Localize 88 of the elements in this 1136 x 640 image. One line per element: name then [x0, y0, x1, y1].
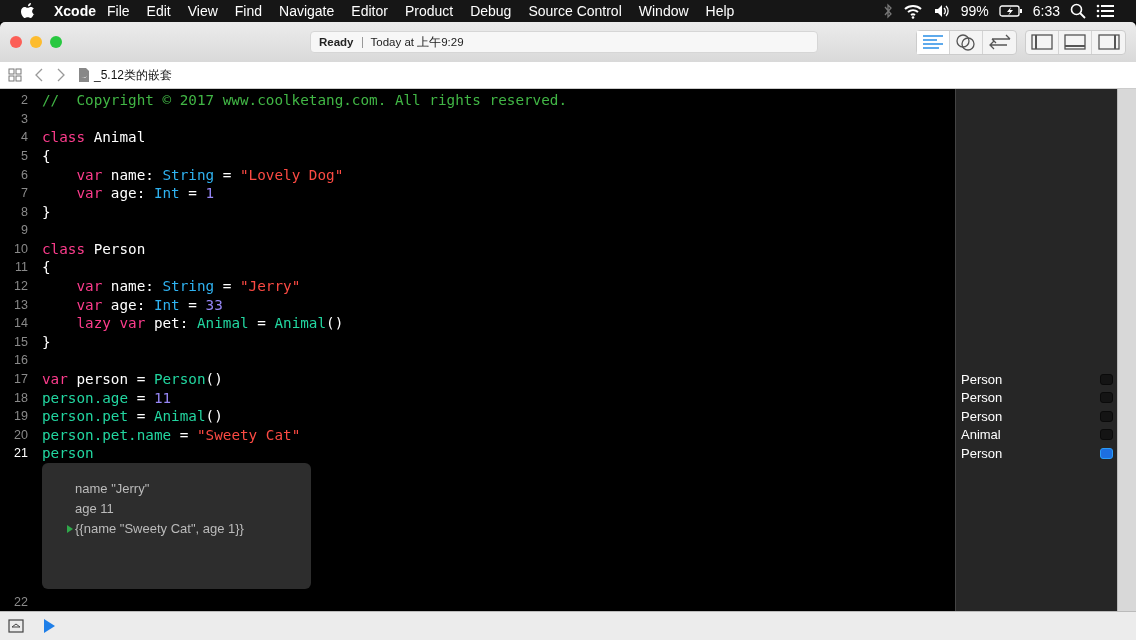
activity-time: Today at 上午9:29	[370, 34, 464, 50]
file-path-item[interactable]: _5.12类的嵌套	[94, 66, 173, 84]
code-line: var name: String = "Lovely Dog"	[76, 166, 344, 183]
line-number: 13	[13, 297, 28, 312]
result-toggle[interactable]	[1100, 392, 1113, 404]
line-number: 15	[13, 334, 28, 349]
scroll-bar[interactable]	[1117, 89, 1136, 611]
back-icon[interactable]	[34, 68, 44, 82]
menu-item[interactable]: Window	[638, 3, 689, 19]
result-toggle[interactable]	[1100, 373, 1113, 385]
result-value: Person	[961, 390, 1003, 406]
line-number: 16	[13, 353, 28, 368]
grid-icon[interactable]	[8, 68, 22, 82]
code-line: var age: Int = 1	[76, 185, 215, 202]
line-number: 4	[20, 130, 28, 145]
speaker-icon[interactable]	[932, 3, 951, 19]
code-line: class Animal	[42, 129, 146, 146]
line-number: 7	[20, 186, 28, 201]
apple-logo-icon[interactable]	[20, 2, 36, 20]
wifi-icon[interactable]	[902, 3, 923, 19]
code-line: class Person	[42, 240, 146, 257]
code-line: {	[42, 148, 51, 164]
result-value: Person	[961, 408, 1003, 424]
menu-item[interactable]: Edit	[146, 3, 171, 19]
debug-panel-icon[interactable]	[1064, 34, 1086, 50]
debug-area-icon[interactable]	[8, 619, 24, 633]
code-line: var age: Int = 33	[76, 296, 223, 313]
menu-item[interactable]: File	[107, 3, 130, 19]
result-toggle[interactable]	[1100, 448, 1113, 460]
line-number: 22	[13, 594, 28, 609]
run-icon[interactable]	[42, 618, 56, 634]
line-number: 8	[20, 204, 28, 219]
code-line: person.pet = Animal()	[42, 408, 223, 425]
search-icon[interactable]	[1070, 3, 1086, 19]
result-value: Animal	[961, 427, 1001, 443]
battery-percentage: 99%	[960, 3, 989, 19]
swift-file-icon	[78, 67, 90, 83]
menu-item[interactable]: Product	[404, 3, 454, 19]
result-toggle[interactable]	[1100, 410, 1113, 422]
code-line: lazy var pet: Animal = Animal()	[76, 315, 344, 332]
code-line: // Copyright © 2017 www.coolketang.com. All rights reserved.	[42, 92, 568, 109]
result-value: Person	[961, 371, 1003, 387]
menu-item[interactable]: Navigate	[279, 3, 335, 19]
code-line: }	[42, 333, 51, 350]
status-text: Ready	[319, 36, 354, 48]
menu-icon[interactable]	[1096, 4, 1114, 18]
line-number: 5	[20, 149, 28, 163]
line-number: 17	[13, 371, 28, 386]
line-number: 18	[13, 390, 28, 405]
result-field: {{name "Sweety Cat", age 1}}	[75, 521, 244, 537]
result-value: Person	[961, 446, 1003, 462]
line-number: 19	[13, 409, 28, 424]
result-toggle[interactable]	[1100, 429, 1113, 441]
result-field: name "Jerry"	[75, 481, 150, 497]
line-number: 9	[20, 223, 28, 238]
battery-charging-icon[interactable]	[998, 4, 1023, 18]
line-number: 20	[13, 427, 28, 442]
line-number: 10	[13, 241, 28, 256]
code-line: var person = Person()	[42, 370, 223, 387]
line-number: 3	[20, 111, 28, 126]
overlapping-circles-icon[interactable]	[955, 33, 977, 51]
code-line: }	[42, 203, 51, 220]
menu-item[interactable]: View	[187, 3, 218, 19]
inspector-panel-icon[interactable]	[1097, 34, 1120, 50]
line-number: 6	[20, 167, 28, 182]
navigator-panel-icon[interactable]	[1031, 34, 1053, 50]
menu-item[interactable]: Help	[705, 3, 735, 19]
menu-item[interactable]: Find	[234, 3, 263, 19]
line-number: 12	[13, 279, 28, 294]
line-number: 2	[20, 93, 28, 108]
menu-item[interactable]: Editor	[351, 3, 388, 19]
code-line: person	[42, 445, 94, 462]
line-number: 21	[13, 446, 28, 461]
code-line: person.age = 11	[42, 389, 172, 406]
menu-item[interactable]: Debug	[470, 3, 512, 19]
code-line: {	[42, 259, 51, 276]
line-number: 11	[14, 260, 28, 275]
result-field: age 11	[75, 501, 114, 517]
code-line: person.pet.name = "Sweety Cat"	[42, 426, 301, 443]
forward-icon[interactable]	[56, 68, 66, 82]
menu-item[interactable]: Source Control	[528, 3, 622, 19]
code-line: var name: String = "Jerry"	[76, 278, 301, 295]
line-number: 14	[13, 316, 28, 331]
disclosure-triangle-icon[interactable]	[66, 523, 74, 534]
menu-clock[interactable]: 6:33	[1032, 3, 1060, 19]
app-menu[interactable]: Xcode	[54, 3, 96, 19]
bluetooth-icon[interactable]	[882, 3, 893, 19]
two-way-arrows-icon[interactable]	[988, 34, 1011, 50]
